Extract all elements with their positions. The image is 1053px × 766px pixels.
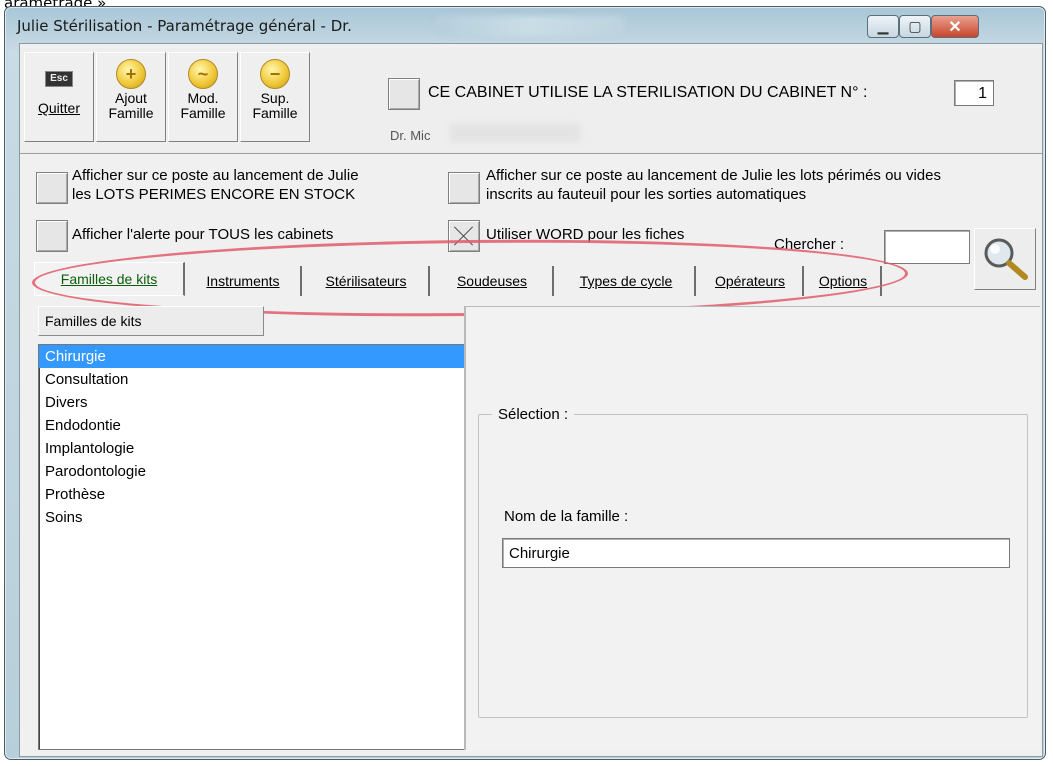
window-title: Julie Stérilisation - Paramétrage généra… bbox=[17, 17, 352, 35]
all-cabinets-alert-label: Afficher l'alerte pour TOUS les cabinets bbox=[72, 226, 334, 243]
client-area: Esc Quitter + Ajout Famille ~ Mod. Famil… bbox=[19, 43, 1043, 757]
list-item[interactable]: Implantologie bbox=[39, 437, 465, 460]
delete-family-button[interactable]: − Sup. Famille bbox=[240, 52, 310, 142]
maximize-button[interactable]: ▢ bbox=[899, 15, 931, 38]
modify-family-button[interactable]: ~ Mod. Famille bbox=[168, 52, 238, 142]
shared-cabinet-checkbox[interactable] bbox=[388, 78, 420, 110]
all-cabinets-alert-checkbox[interactable] bbox=[36, 220, 68, 252]
add-family-label-2: Famille bbox=[108, 105, 154, 121]
tilde-icon: ~ bbox=[188, 59, 218, 89]
families-list[interactable]: Chirurgie Consultation Divers Endodontie… bbox=[38, 344, 466, 750]
quit-label: Quitter bbox=[37, 100, 80, 116]
magnifier-icon bbox=[984, 238, 1028, 280]
title-redaction bbox=[435, 16, 625, 36]
close-button[interactable]: ✕ bbox=[931, 15, 979, 38]
add-family-button[interactable]: + Ajout Famille bbox=[96, 52, 166, 142]
modify-family-label-2: Famille bbox=[180, 105, 226, 121]
list-item[interactable]: Prothèse bbox=[39, 483, 465, 506]
app-window: Julie Stérilisation - Paramétrage généra… bbox=[4, 6, 1046, 760]
family-name-label: Nom de la famille : bbox=[504, 508, 629, 525]
selection-title: Sélection : bbox=[492, 406, 575, 423]
family-name-field[interactable]: Chirurgie bbox=[502, 538, 1010, 568]
toolbar: Esc Quitter + Ajout Famille ~ Mod. Famil… bbox=[20, 48, 1042, 154]
families-header: Familles de kits bbox=[38, 306, 264, 336]
add-family-label-1: Ajout bbox=[115, 90, 147, 106]
list-item[interactable]: Parodontologie bbox=[39, 460, 465, 483]
esc-key-icon: Esc bbox=[45, 71, 73, 87]
cabinet-number-field[interactable]: 1 bbox=[954, 80, 994, 106]
quit-button[interactable]: Esc Quitter bbox=[24, 52, 94, 142]
search-input[interactable] bbox=[884, 230, 970, 264]
list-item[interactable]: Divers bbox=[39, 391, 465, 414]
maximize-icon: ▢ bbox=[908, 18, 922, 34]
list-item[interactable]: Chirurgie bbox=[39, 345, 465, 368]
list-item[interactable]: Endodontie bbox=[39, 414, 465, 437]
delete-family-label-1: Sup. bbox=[260, 90, 290, 106]
close-icon: ✕ bbox=[948, 18, 962, 36]
shared-cabinet-label: CE CABINET UTILISE LA STERILISATION DU C… bbox=[428, 84, 868, 101]
minimize-icon: ▁ bbox=[877, 18, 889, 34]
minimize-button[interactable]: ▁ bbox=[867, 15, 899, 38]
minus-icon: − bbox=[260, 59, 290, 89]
delete-family-label-2: Famille bbox=[252, 105, 298, 121]
expired-lots-checkbox[interactable] bbox=[36, 172, 68, 204]
expired-lots-label: Afficher sur ce poste au lancement de Ju… bbox=[72, 167, 359, 203]
list-item[interactable]: Consultation bbox=[39, 368, 465, 391]
list-item[interactable]: Soins bbox=[39, 506, 465, 529]
chair-lots-label: Afficher sur ce poste au lancement de Ju… bbox=[486, 167, 941, 203]
doctor-redaction bbox=[450, 124, 580, 142]
doctor-name: Dr. Mic bbox=[390, 128, 431, 143]
chair-lots-checkbox[interactable] bbox=[448, 172, 480, 204]
plus-icon: + bbox=[116, 59, 146, 89]
search-button[interactable] bbox=[974, 228, 1036, 290]
modify-family-label-1: Mod. bbox=[187, 90, 219, 106]
